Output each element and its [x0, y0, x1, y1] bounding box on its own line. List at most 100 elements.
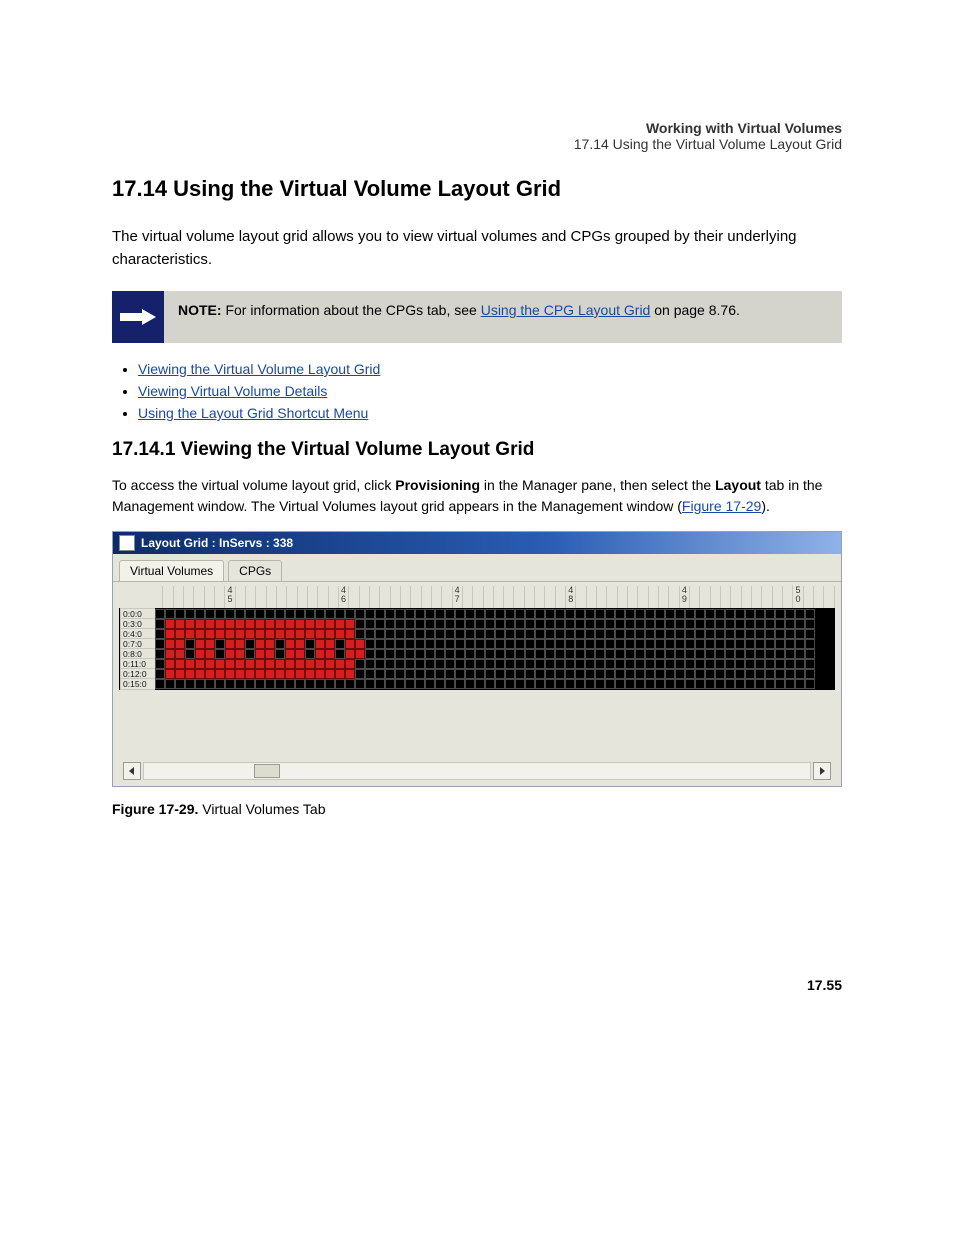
grid-cell[interactable]	[585, 609, 595, 619]
grid-cell[interactable]	[535, 679, 545, 689]
grid-cell[interactable]	[255, 669, 265, 679]
grid-cell[interactable]	[555, 679, 565, 689]
grid-cell[interactable]	[635, 619, 645, 629]
grid-cell[interactable]	[635, 649, 645, 659]
grid-cell[interactable]	[805, 619, 815, 629]
grid-cell[interactable]	[415, 679, 425, 689]
grid-cell[interactable]	[735, 649, 745, 659]
grid-cell[interactable]	[365, 679, 375, 689]
grid-cell[interactable]	[435, 609, 445, 619]
grid-cell[interactable]	[315, 629, 325, 639]
grid-cell[interactable]	[295, 609, 305, 619]
grid-cell[interactable]	[655, 609, 665, 619]
grid-cell[interactable]	[415, 619, 425, 629]
grid-cell[interactable]	[445, 639, 455, 649]
grid-cell[interactable]	[385, 639, 395, 649]
grid-cell[interactable]	[265, 679, 275, 689]
grid-cell[interactable]	[605, 679, 615, 689]
grid-cell[interactable]	[595, 659, 605, 669]
grid-cell[interactable]	[735, 669, 745, 679]
grid-cell[interactable]	[295, 619, 305, 629]
grid-cell[interactable]	[775, 669, 785, 679]
grid-cell[interactable]	[275, 669, 285, 679]
grid-cell[interactable]	[545, 679, 555, 689]
grid-cell[interactable]	[615, 609, 625, 619]
grid-cell[interactable]	[785, 609, 795, 619]
grid-cell[interactable]	[445, 619, 455, 629]
grid-cell[interactable]	[745, 669, 755, 679]
grid-cell[interactable]	[575, 619, 585, 629]
grid-cell[interactable]	[775, 659, 785, 669]
grid-cell[interactable]	[685, 679, 695, 689]
grid-cell[interactable]	[465, 609, 475, 619]
grid-cell[interactable]	[605, 659, 615, 669]
grid-cell[interactable]	[315, 659, 325, 669]
grid-cell[interactable]	[155, 619, 165, 629]
grid-cell[interactable]	[205, 629, 215, 639]
grid-cell[interactable]	[195, 669, 205, 679]
grid-cell[interactable]	[305, 649, 315, 659]
grid-cell[interactable]	[745, 609, 755, 619]
grid-cell[interactable]	[685, 629, 695, 639]
grid-cell[interactable]	[245, 669, 255, 679]
grid-cell[interactable]	[745, 659, 755, 669]
grid-cell[interactable]	[345, 619, 355, 629]
grid-cell[interactable]	[575, 609, 585, 619]
grid-cell[interactable]	[495, 609, 505, 619]
grid-cell[interactable]	[375, 609, 385, 619]
grid-cell[interactable]	[225, 649, 235, 659]
grid-cell[interactable]	[265, 629, 275, 639]
grid-cell[interactable]	[435, 619, 445, 629]
grid-cell[interactable]	[565, 669, 575, 679]
grid-cell[interactable]	[485, 669, 495, 679]
grid-cell[interactable]	[645, 609, 655, 619]
grid-cell[interactable]	[255, 639, 265, 649]
grid-cell[interactable]	[245, 619, 255, 629]
grid-cell[interactable]	[385, 669, 395, 679]
grid-cell[interactable]	[615, 649, 625, 659]
grid-cell[interactable]	[175, 669, 185, 679]
grid-cell[interactable]	[585, 679, 595, 689]
grid-cell[interactable]	[475, 619, 485, 629]
grid-cell[interactable]	[705, 649, 715, 659]
link-view-layout-grid[interactable]: Viewing the Virtual Volume Layout Grid	[138, 361, 380, 377]
grid-cell[interactable]	[405, 629, 415, 639]
grid-cell[interactable]	[695, 649, 705, 659]
grid-cell[interactable]	[565, 639, 575, 649]
grid-cell[interactable]	[225, 659, 235, 669]
grid-cell[interactable]	[445, 629, 455, 639]
grid-cell[interactable]	[765, 649, 775, 659]
grid-cell[interactable]	[535, 629, 545, 639]
grid-cell[interactable]	[545, 649, 555, 659]
scroll-thumb[interactable]	[254, 764, 280, 778]
grid-cell[interactable]	[545, 639, 555, 649]
grid-cell[interactable]	[495, 649, 505, 659]
grid-cell[interactable]	[625, 619, 635, 629]
grid-cell[interactable]	[535, 609, 545, 619]
grid-cell[interactable]	[585, 669, 595, 679]
grid-cell[interactable]	[325, 619, 335, 629]
grid-cell[interactable]	[705, 659, 715, 669]
grid-cell[interactable]	[655, 619, 665, 629]
grid-cell[interactable]	[705, 609, 715, 619]
grid-cell[interactable]	[575, 659, 585, 669]
grid-cell[interactable]	[165, 619, 175, 629]
grid-cell[interactable]	[235, 639, 245, 649]
grid-cell[interactable]	[635, 629, 645, 639]
grid-cell[interactable]	[795, 649, 805, 659]
grid-cell[interactable]	[415, 629, 425, 639]
grid-cell[interactable]	[235, 609, 245, 619]
grid-cell[interactable]	[505, 619, 515, 629]
grid-cell[interactable]	[385, 619, 395, 629]
grid-cell[interactable]	[155, 669, 165, 679]
scroll-track[interactable]	[143, 762, 811, 780]
grid-cell[interactable]	[425, 669, 435, 679]
grid-cell[interactable]	[455, 619, 465, 629]
grid-cell[interactable]	[775, 629, 785, 639]
grid-cell[interactable]	[795, 619, 805, 629]
grid-cell[interactable]	[255, 609, 265, 619]
grid-cell[interactable]	[445, 679, 455, 689]
grid-cell[interactable]	[475, 649, 485, 659]
grid-cell[interactable]	[465, 619, 475, 629]
grid-cell[interactable]	[605, 609, 615, 619]
